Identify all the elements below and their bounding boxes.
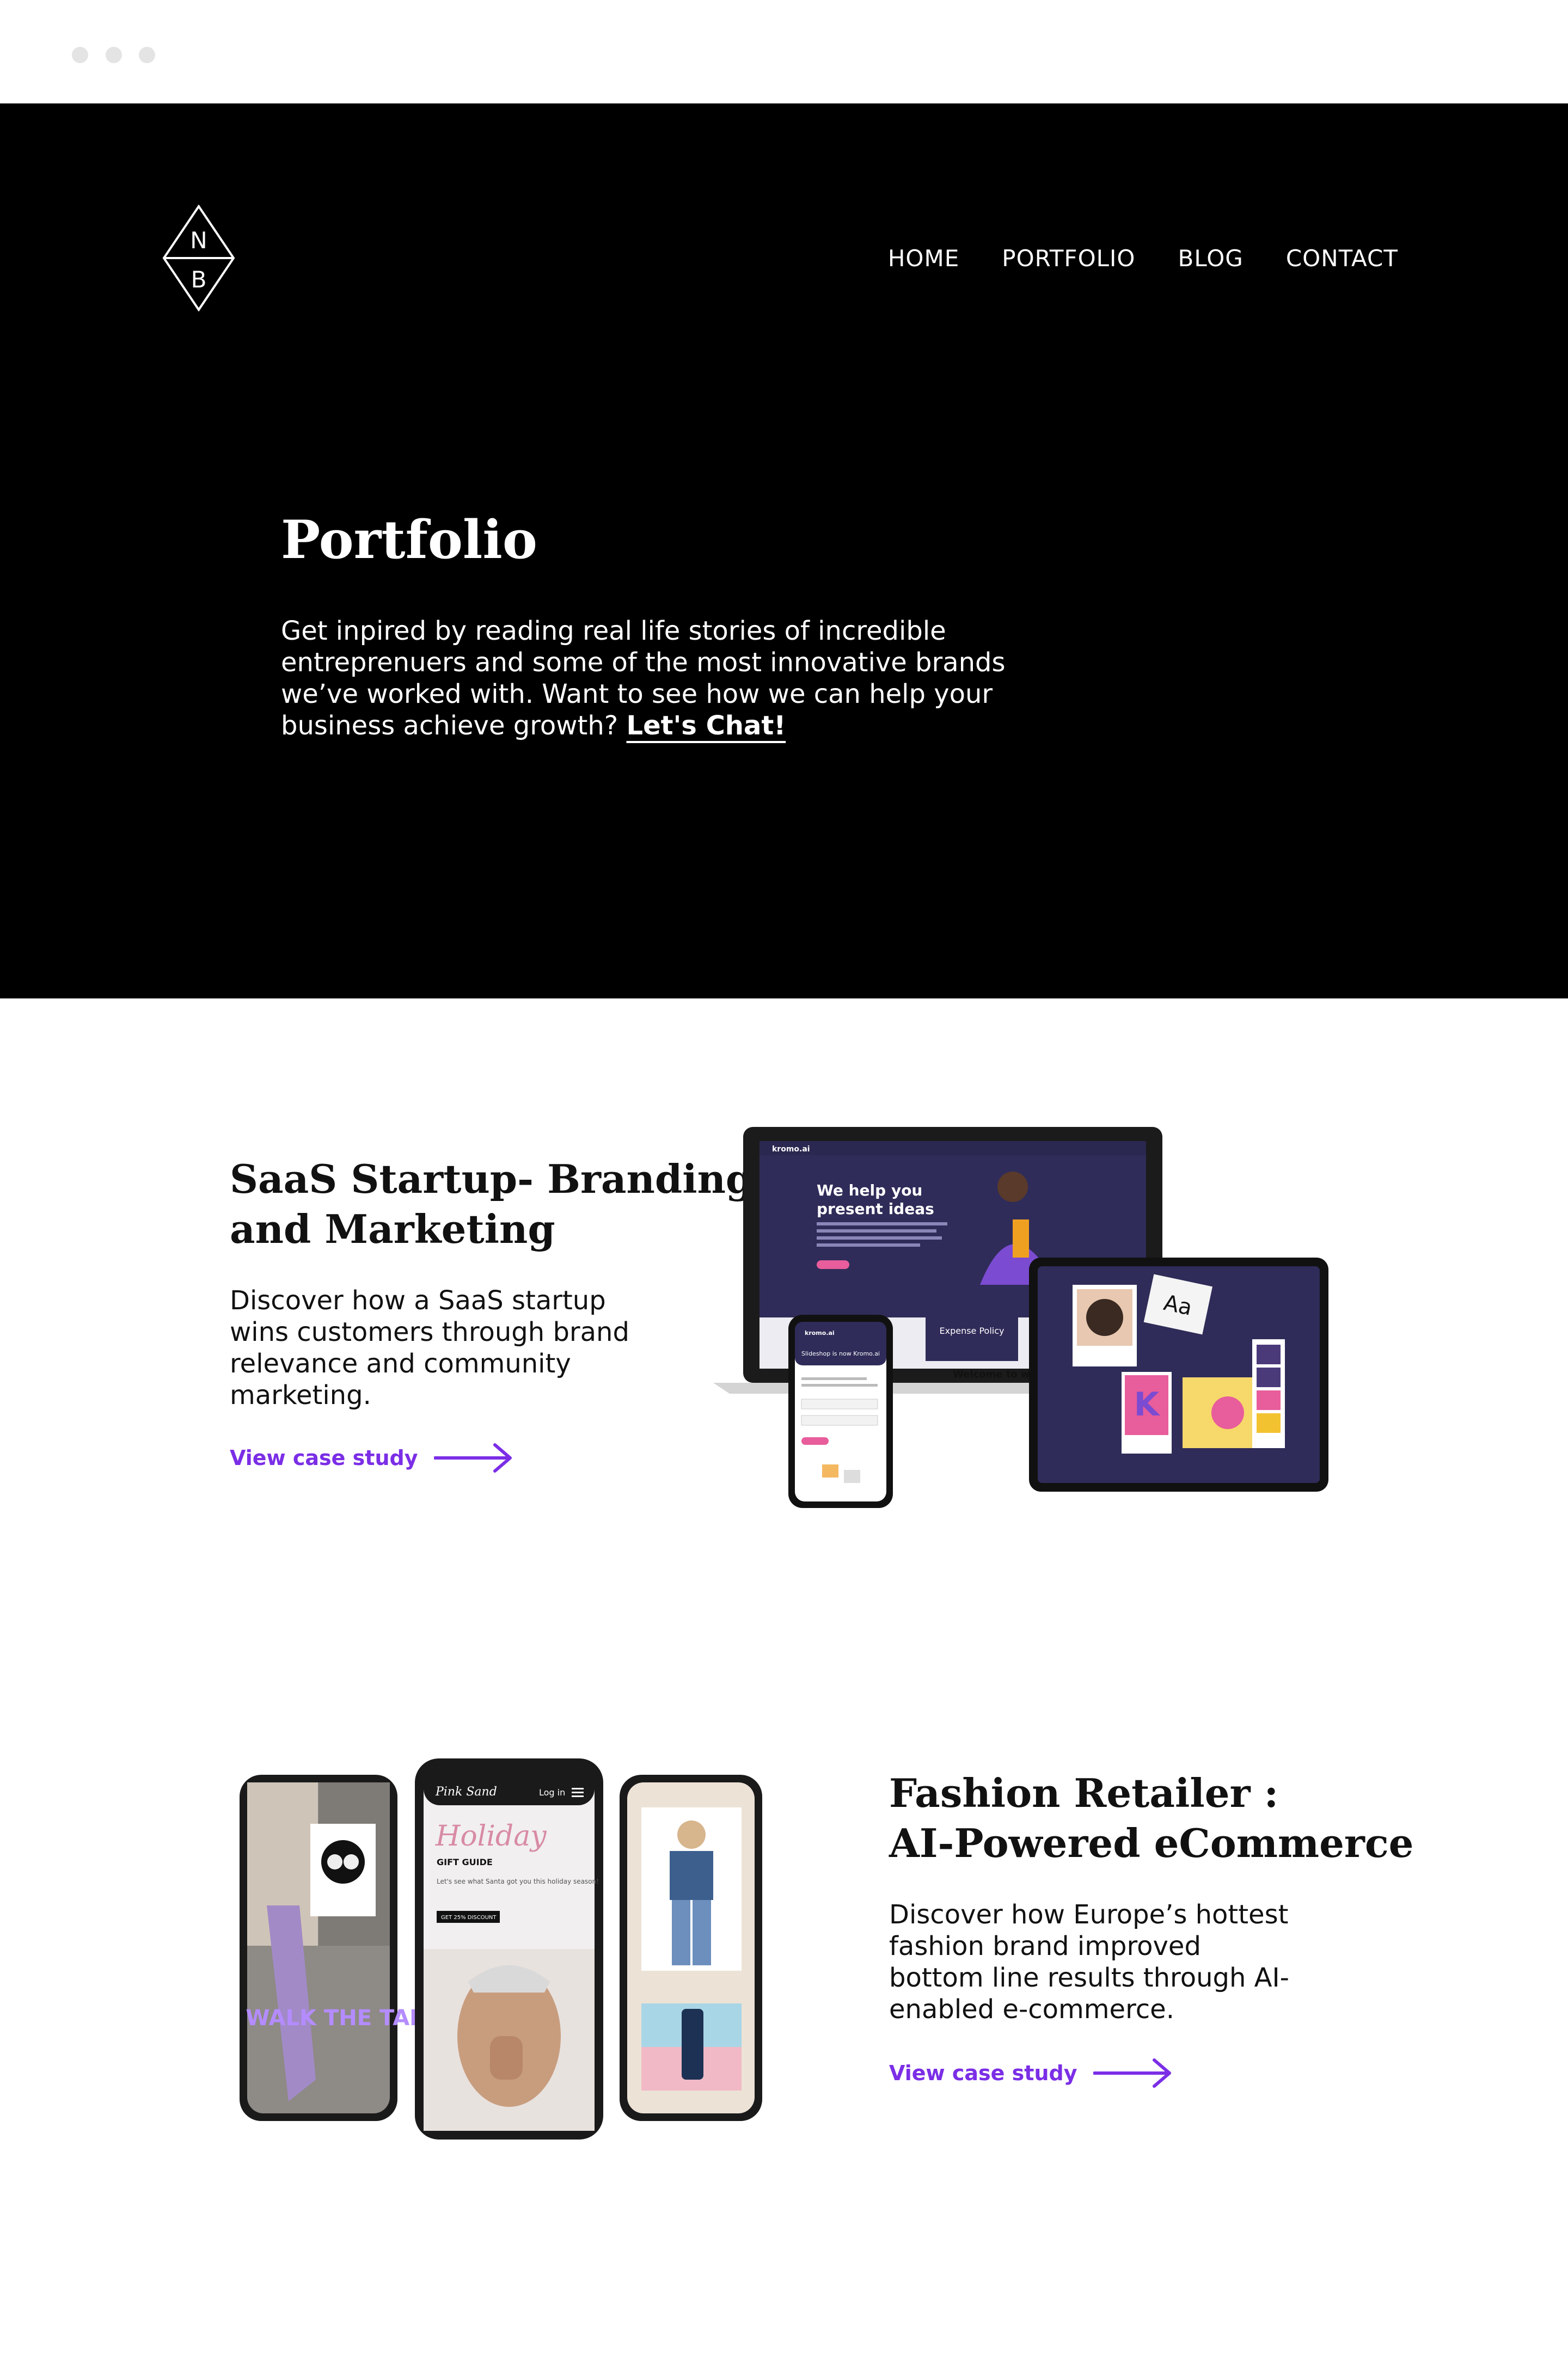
view-case-study-label: View case study — [230, 1446, 418, 1470]
saas-device-mockup: kromo.ai We help you present ideas Expen… — [713, 1127, 1328, 1508]
lets-chat-link[interactable]: Let's Chat! — [627, 710, 786, 741]
fashion-phones-mockup: WALK THE TALK Pink Sand Log in Holiday G… — [240, 1758, 762, 2140]
svg-text:kromo.ai: kromo.ai — [805, 1329, 835, 1337]
svg-text:K: K — [1134, 1386, 1161, 1424]
nav-home[interactable]: HOME — [888, 245, 959, 272]
phone-mockup: kromo.ai Slideshop is now Kromo.ai — [788, 1315, 893, 1508]
svg-text:Slideshop is now Kromo.ai: Slideshop is now Kromo.ai — [801, 1350, 880, 1357]
nav-portfolio[interactable]: PORTFOLIO — [1002, 245, 1135, 272]
svg-text:Pink Sand: Pink Sand — [435, 1785, 497, 1799]
tablet-mockup: Aa K — [1029, 1258, 1328, 1492]
brand-logo[interactable]: N B — [162, 205, 235, 311]
case-title-line-2: AI-Powered eCommerce — [889, 1820, 1414, 1866]
view-case-study-link-saas[interactable]: View case study — [230, 1442, 513, 1474]
nav-contact[interactable]: CONTACT — [1286, 245, 1398, 272]
svg-text:present ideas: present ideas — [817, 1200, 934, 1218]
arrow-right-icon — [434, 1443, 512, 1473]
view-case-study-link-fashion[interactable]: View case study — [889, 2057, 1173, 2089]
svg-text:Let's see what Santa got you t: Let's see what Santa got you this holida… — [437, 1878, 599, 1885]
case-title-line-2: and Marketing — [230, 1206, 555, 1252]
svg-text:GIFT GUIDE: GIFT GUIDE — [437, 1857, 493, 1867]
case-title-saas: SaaS Startup- Branding and Marketing — [230, 1154, 753, 1254]
svg-text:GET 25% DISCOUNT: GET 25% DISCOUNT — [441, 1915, 497, 1921]
svg-text:Log in: Log in — [539, 1787, 565, 1798]
nav-blog[interactable]: BLOG — [1178, 245, 1244, 272]
case-title-line-1: Fashion Retailer : — [889, 1770, 1279, 1816]
logo-letter-bottom: B — [191, 266, 207, 293]
arrow-right-icon — [1093, 2058, 1172, 2088]
main-nav: HOME PORTFOLIO BLOG CONTACT — [888, 245, 1398, 272]
page-title: Portfolio — [281, 509, 537, 571]
hero-section: N B HOME PORTFOLIO BLOG CONTACT Portfoli… — [0, 103, 1568, 998]
case-title-fashion: Fashion Retailer : AI-Powered eCommerce — [889, 1768, 1414, 1868]
browser-chrome — [0, 0, 1568, 103]
logo-letter-top: N — [190, 227, 207, 254]
window-zoom-dot[interactable] — [139, 47, 155, 63]
hero-description: Get inpired by reading real life stories… — [281, 615, 1054, 741]
case-title-line-1: SaaS Startup- Branding — [230, 1156, 754, 1202]
window-minimize-dot[interactable] — [106, 47, 122, 63]
left-phone-mockup: WALK THE TALK — [240, 1775, 442, 2121]
svg-text:We help you: We help you — [817, 1181, 922, 1199]
svg-text:WALK THE TALK: WALK THE TALK — [246, 2006, 441, 2031]
case-description-fashion: Discover how Europe’s hottest fashion br… — [889, 1899, 1289, 2025]
right-phone-mockup — [620, 1775, 762, 2121]
view-case-study-label: View case study — [889, 2061, 1077, 2085]
middle-phone-mockup: Pink Sand Log in Holiday GIFT GUIDE Let'… — [415, 1758, 603, 2140]
case-description-saas: Discover how a SaaS startup wins custome… — [230, 1285, 629, 1411]
svg-text:Holiday: Holiday — [435, 1820, 547, 1853]
svg-text:kromo.ai: kromo.ai — [772, 1145, 810, 1154]
window-close-dot[interactable] — [72, 47, 88, 63]
svg-text:Expense Policy: Expense Policy — [939, 1326, 1004, 1336]
